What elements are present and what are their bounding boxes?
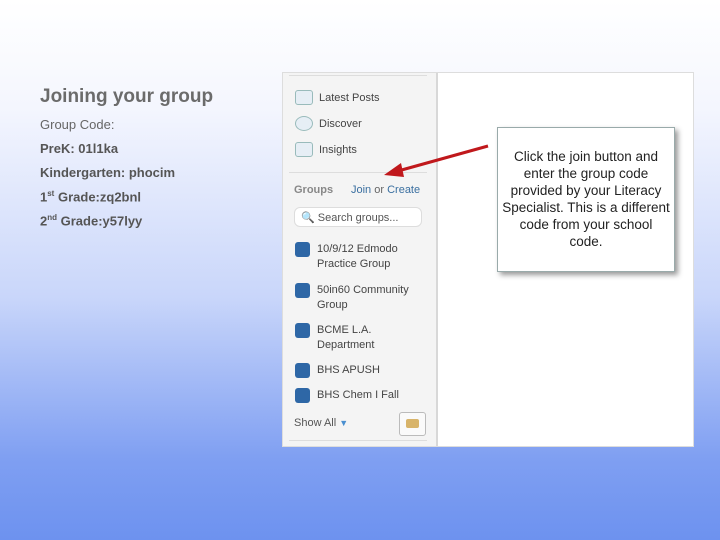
arrow-icon: [384, 144, 489, 177]
